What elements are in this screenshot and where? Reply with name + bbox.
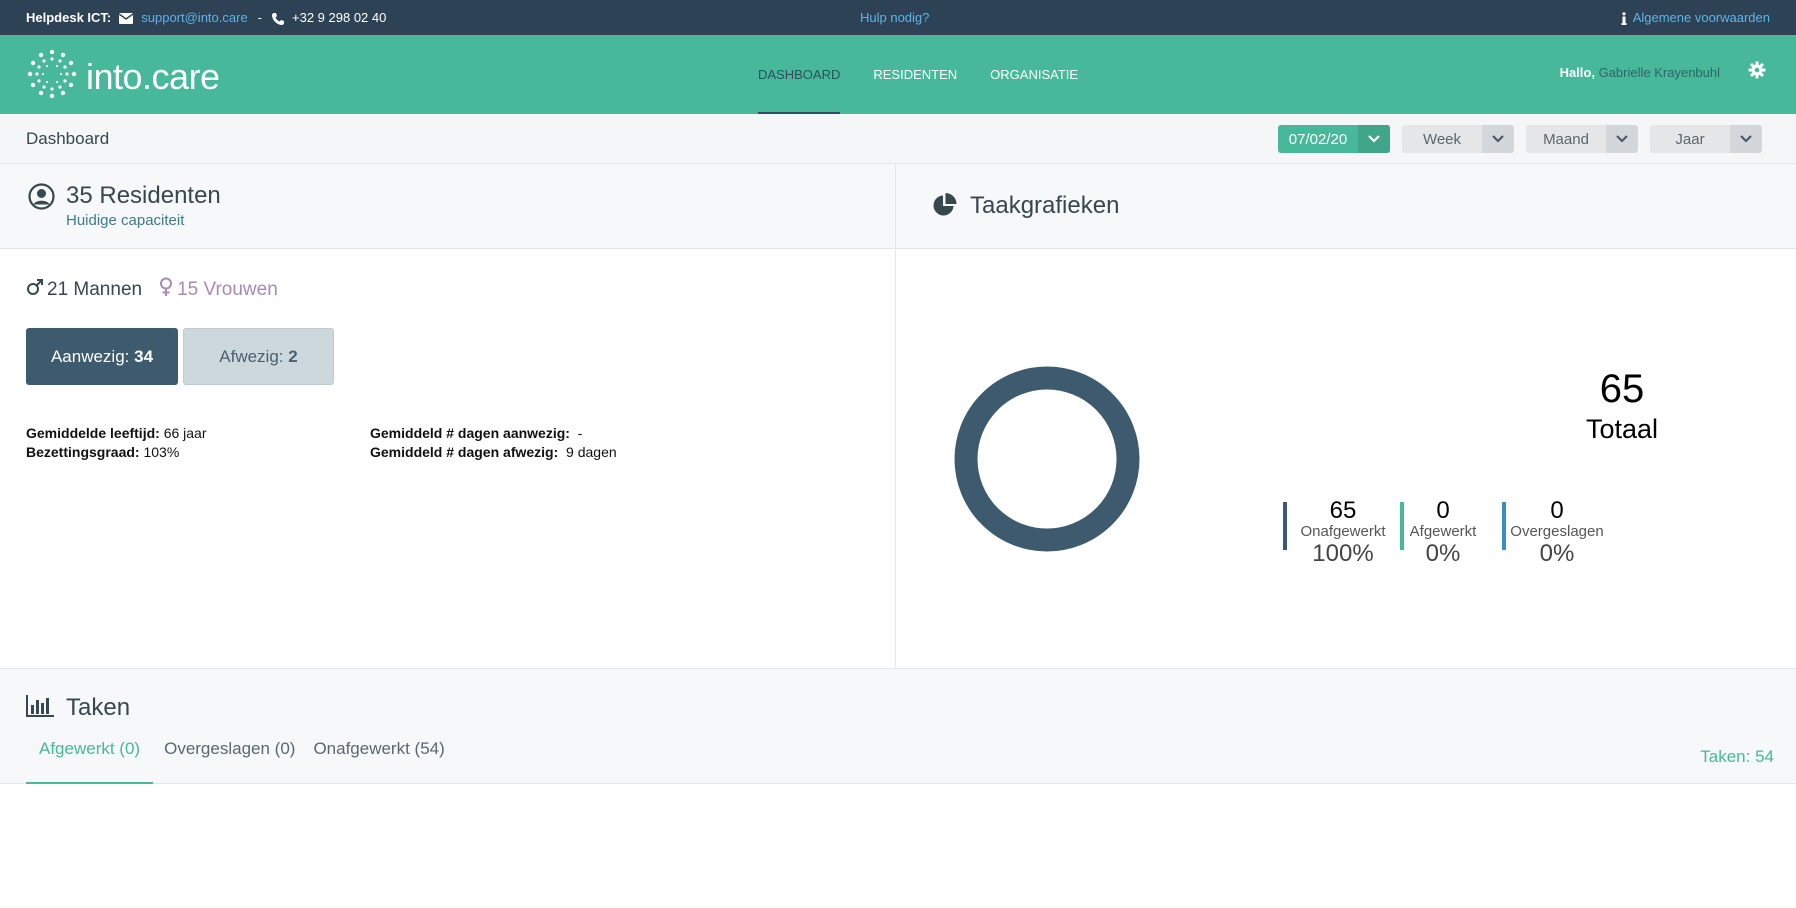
- residents-count: 35 Residenten: [66, 182, 221, 209]
- breakdown-value: 0: [1436, 497, 1450, 524]
- breakdown-value: 65: [1329, 497, 1357, 524]
- avg-age-label: Gemiddelde leeftijd:: [26, 425, 160, 441]
- avg-days-present-value: -: [577, 425, 583, 441]
- tasks-count: Taken: 54: [1700, 747, 1774, 766]
- tab-overgeslagen[interactable]: Overgeslagen (0): [161, 739, 298, 784]
- breakdown-label: Overgeslagen: [1510, 523, 1604, 540]
- occupancy-label: Bezettingsgraad:: [26, 444, 140, 460]
- women-stat: 15 Vrouwen: [158, 277, 278, 303]
- task-donut-chart: [954, 366, 1140, 552]
- help-link[interactable]: Hulp nodig?: [860, 10, 929, 25]
- absent-button[interactable]: Afwezig: 2: [183, 328, 334, 385]
- women-count: 15 Vrouwen: [177, 279, 278, 300]
- tasks-tabs: Afgewerkt (0) Overgeslagen (0) Onafgewer…: [26, 739, 452, 784]
- week-value: Week: [1422, 130, 1462, 148]
- present-value: 34: [134, 346, 154, 366]
- chevron-down-icon: [1482, 125, 1514, 153]
- gender-split: 21 Mannen 15 Vrouwen: [26, 277, 278, 303]
- breakdown-label: Onafgewerkt: [1300, 523, 1386, 540]
- main-header: into.care DASHBOARD RESIDENTEN ORGANISAT…: [0, 35, 1796, 114]
- breakdown-bar: [1283, 502, 1287, 550]
- tab-onafgewerkt[interactable]: Onafgewerkt (54): [310, 739, 447, 784]
- helpdesk-bar: Helpdesk ICT: support@into.care - +32 9 …: [0, 0, 1796, 35]
- helpdesk-info: Helpdesk ICT: support@into.care - +32 9 …: [26, 10, 386, 25]
- user-greeting[interactable]: Hallo, Gabrielle Krayenbuhl: [1560, 65, 1720, 80]
- breakdown-pct: 0%: [1539, 540, 1575, 567]
- breakdown-bar: [1502, 502, 1506, 550]
- residents-panel: 35 Residenten Huidige capaciteit 21 Mann…: [0, 164, 896, 668]
- breakdown-afgewerkt: 0 Afgewerkt 0%: [1398, 499, 1488, 568]
- breakdown-pct: 100%: [1312, 540, 1374, 567]
- present-button[interactable]: Aanwezig: 34: [26, 328, 178, 385]
- breakdown-label: Afgewerkt: [1409, 523, 1477, 540]
- greeting-label: Hallo,: [1559, 65, 1595, 80]
- month-value: Maand: [1543, 130, 1589, 148]
- total-value: 65: [1599, 367, 1645, 411]
- chevron-down-icon: [1730, 125, 1762, 153]
- tab-afgewerkt[interactable]: Afgewerkt (0): [26, 739, 154, 784]
- avg-days-absent-value: 9 dagen: [566, 444, 617, 460]
- male-icon: [26, 278, 44, 302]
- breakdown-onafgewerkt: 65 Onafgewerkt 100%: [1283, 499, 1403, 568]
- breakdown-overgeslagen: 0 Overgeslagen 0%: [1502, 499, 1612, 568]
- avg-days-absent-label: Gemiddeld # dagen afwezig:: [370, 444, 559, 460]
- days-stats: Gemiddeld # dagen aanwezig: - Gemiddeld …: [370, 424, 617, 462]
- pie-chart-icon: [932, 193, 957, 223]
- year-select[interactable]: Jaar: [1650, 125, 1762, 153]
- tasks-section: Taken Afgewerkt (0) Overgeslagen (0) Ona…: [0, 669, 1796, 784]
- separator: -: [257, 10, 263, 25]
- nav-dashboard[interactable]: DASHBOARD: [758, 35, 841, 114]
- helpdesk-label: Helpdesk ICT:: [26, 10, 112, 25]
- breakdown-pct: 0%: [1425, 540, 1461, 567]
- helpdesk-phone: +32 9 298 02 40: [292, 10, 387, 25]
- page-title: Dashboard: [26, 129, 110, 148]
- breakdown-bar: [1400, 502, 1404, 550]
- logo-sun-icon: [26, 48, 78, 105]
- residents-panel-header: 35 Residenten Huidige capaciteit: [0, 164, 895, 249]
- bar-chart-icon: [26, 695, 54, 722]
- chevron-down-icon: [1358, 125, 1390, 153]
- date-value: 07/02/20: [1288, 130, 1348, 148]
- nav-residenten[interactable]: RESIDENTEN: [873, 35, 957, 114]
- donut-segment-onafgewerkt: [954, 366, 1140, 552]
- presence-buttons: Aanwezig: 34 Afwezig: 2: [26, 328, 334, 385]
- nav-organisatie[interactable]: ORGANISATIE: [990, 35, 1078, 114]
- user-circle-icon: [28, 183, 55, 215]
- month-select[interactable]: Maand: [1526, 125, 1638, 153]
- breakdown-value: 0: [1550, 497, 1564, 524]
- task-charts-title: Taakgrafieken: [970, 192, 1120, 219]
- period-selectors: 07/02/20 Week Maand Jaar: [1278, 125, 1762, 153]
- phone-icon: [272, 10, 285, 25]
- week-select[interactable]: Week: [1402, 125, 1514, 153]
- task-charts-panel: Taakgrafieken 65 Totaal 65 Onafgewerkt 1…: [896, 164, 1796, 668]
- date-select[interactable]: 07/02/20: [1278, 125, 1390, 153]
- support-email-link[interactable]: support@into.care: [141, 10, 247, 25]
- gear-icon[interactable]: [1748, 61, 1766, 84]
- capacity-label: Huidige capaciteit: [66, 212, 185, 229]
- dashboard-panels: 35 Residenten Huidige capaciteit 21 Mann…: [0, 164, 1796, 669]
- absent-value: 2: [288, 346, 298, 366]
- task-charts-header: Taakgrafieken: [896, 164, 1796, 249]
- men-count: 21 Mannen: [47, 279, 143, 300]
- terms-link[interactable]: Algemene voorwaarden: [1633, 10, 1770, 25]
- brand-logo[interactable]: into.care: [26, 48, 220, 105]
- absent-label: Afwezig:: [219, 346, 284, 366]
- page-subheader: Dashboard 07/02/20 Week Maand Jaar: [0, 114, 1796, 164]
- brand-name: into.care: [86, 55, 220, 97]
- tasks-title: Taken: [66, 694, 131, 721]
- present-label: Aanwezig:: [50, 346, 130, 366]
- envelope-icon: [119, 10, 134, 25]
- info-icon: [1621, 10, 1627, 26]
- avg-age-value: 66 jaar: [163, 425, 207, 441]
- year-value: Jaar: [1675, 130, 1705, 148]
- user-name: Gabrielle Krayenbuhl: [1598, 65, 1720, 80]
- female-icon: [158, 277, 174, 303]
- men-stat: 21 Mannen: [26, 277, 142, 303]
- avg-days-present-label: Gemiddeld # dagen aanwezig:: [370, 425, 570, 441]
- total-label: Totaal: [1585, 414, 1659, 444]
- main-nav: DASHBOARD RESIDENTEN ORGANISATIE: [758, 35, 1111, 114]
- age-occupancy-stats: Gemiddelde leeftijd: 66 jaar Bezettingsg…: [26, 424, 207, 462]
- occupancy-value: 103%: [143, 444, 180, 460]
- chevron-down-icon: [1606, 125, 1638, 153]
